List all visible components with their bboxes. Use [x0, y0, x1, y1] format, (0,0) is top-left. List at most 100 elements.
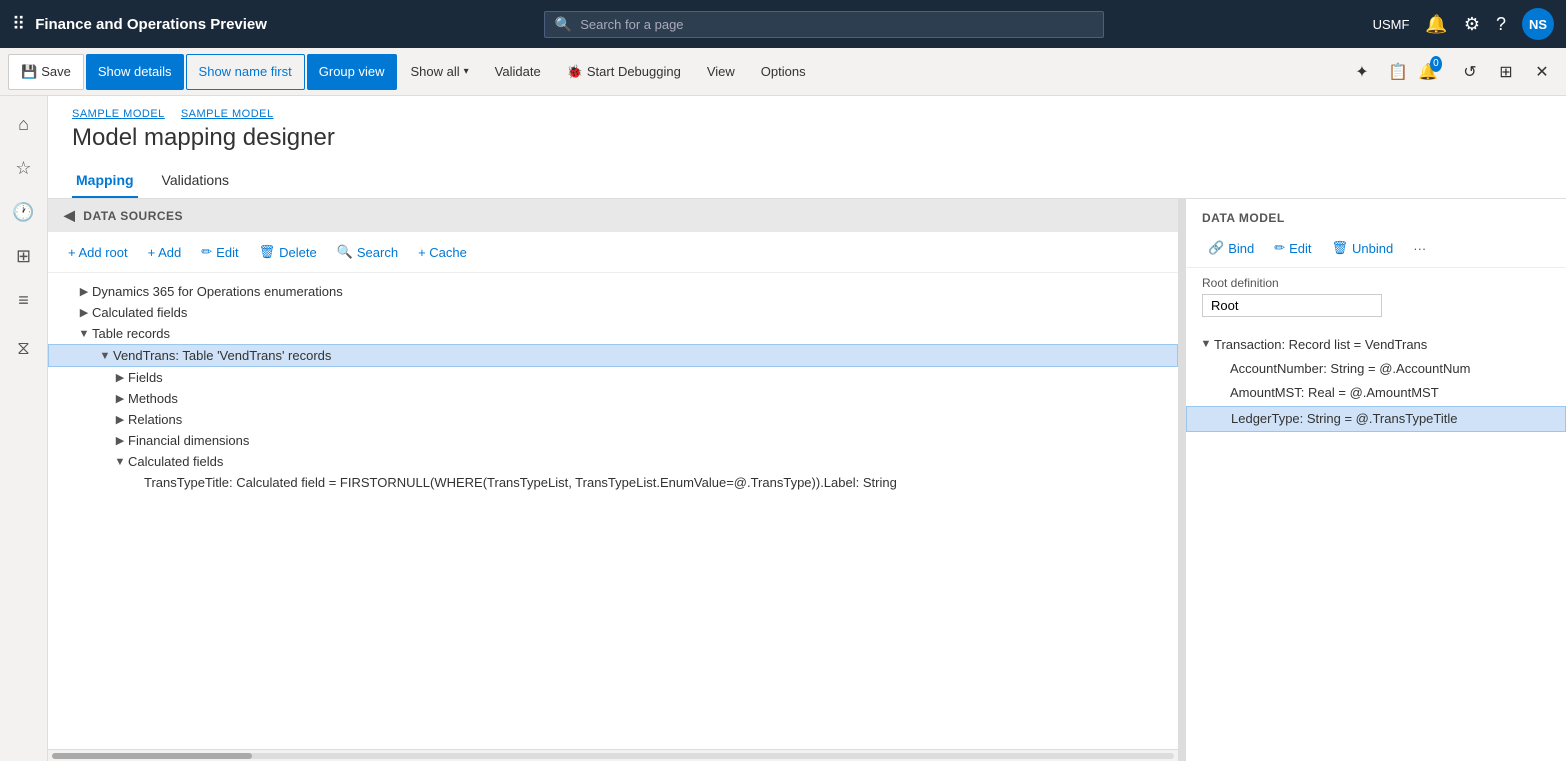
show-all-button[interactable]: Show all ▾ [399, 54, 481, 90]
root-def-label: Root definition [1202, 276, 1550, 290]
expand-icon: ▶ [112, 434, 128, 447]
edit-dm-icon: ✏ [1274, 240, 1285, 256]
dm-item-transaction[interactable]: ▼ Transaction: Record list = VendTrans [1186, 333, 1566, 357]
top-bar: ⠿ Finance and Operations Preview 🔍 Searc… [0, 0, 1566, 48]
page-title: Model mapping designer [48, 120, 1566, 164]
open-in-new-icon[interactable]: 📋 [1382, 56, 1414, 88]
delete-button[interactable]: 🗑 Delete [251, 240, 325, 264]
show-name-first-button[interactable]: Show name first [186, 54, 305, 90]
data-sources-label: DATA SOURCES [83, 209, 183, 223]
user-label: USMF [1373, 17, 1410, 32]
trash-dm-icon: 🗑 [1332, 240, 1349, 256]
tree-item-calc-fields-nested[interactable]: ▼ Calculated fields [48, 451, 1178, 472]
unbind-button[interactable]: 🗑 Unbind [1326, 237, 1400, 259]
tree-item-fields[interactable]: ▶ Fields [48, 367, 1178, 388]
main-layout: ⌂ ☆ 🕐 ⊞ ≡ ⧖ SAMPLE MODEL SAMPLE MODEL Mo… [0, 96, 1566, 761]
tree-item-dynamics365[interactable]: ▶ Dynamics 365 for Operations enumeratio… [48, 281, 1178, 302]
horizontal-scrollbar[interactable] [48, 749, 1178, 761]
tree-item-methods[interactable]: ▶ Methods [48, 388, 1178, 409]
dm-item-amount-mst[interactable]: AmountMST: Real = @.AmountMST [1186, 381, 1566, 405]
search-placeholder: Search for a page [580, 17, 683, 32]
sidebar-item-workspaces[interactable]: ⊞ [4, 236, 44, 276]
tabs: Mapping Validations [48, 164, 1566, 199]
tree-item-calc-fields-top[interactable]: ▶ Calculated fields [48, 302, 1178, 323]
dm-item-ledger-type[interactable]: LedgerType: String = @.TransTypeTitle [1186, 406, 1566, 432]
tab-mapping[interactable]: Mapping [72, 164, 138, 198]
data-sources-tree: ▶ Dynamics 365 for Operations enumeratio… [48, 273, 1178, 749]
link-icon: 🔗 [1208, 240, 1224, 256]
add-root-button[interactable]: + Add root [60, 241, 136, 264]
chevron-down-icon: ▾ [464, 66, 469, 77]
collapse-button[interactable]: ◀ [64, 207, 75, 224]
sidebar-item-list[interactable]: ≡ [4, 280, 44, 320]
notifications-icon[interactable]: 🔔 0 [1418, 56, 1450, 88]
action-bar: 💾 Save Show details Show name first Grou… [0, 48, 1566, 96]
breadcrumb-item-1[interactable]: SAMPLE MODEL [72, 108, 165, 120]
sidebar-item-home[interactable]: ⌂ [4, 104, 44, 144]
bell-icon[interactable]: 🔔 [1425, 14, 1447, 35]
sidebar-item-recent[interactable]: 🕐 [4, 192, 44, 232]
search-icon: 🔍 [555, 16, 572, 33]
breadcrumb: SAMPLE MODEL SAMPLE MODEL [48, 96, 1566, 120]
refresh-icon[interactable]: ↺ [1454, 56, 1486, 88]
sidebar-item-favorites[interactable]: ☆ [4, 148, 44, 188]
breadcrumb-item-2[interactable]: SAMPLE MODEL [181, 108, 274, 120]
edit-dm-button[interactable]: ✏ Edit [1268, 237, 1317, 259]
help-icon[interactable]: ? [1496, 14, 1506, 35]
tree-item-table-records[interactable]: ▼ Table records [48, 323, 1178, 344]
data-sources-header: ◀ DATA SOURCES [48, 199, 1178, 232]
search-bar[interactable]: 🔍 Search for a page [544, 11, 1104, 38]
show-details-button[interactable]: Show details [86, 54, 184, 90]
cache-button[interactable]: + Cache [410, 241, 475, 264]
edit-button[interactable]: ✏ Edit [193, 240, 246, 264]
bind-button[interactable]: 🔗 Bind [1202, 237, 1260, 259]
search-ds-icon: 🔍 [337, 244, 353, 260]
root-def-value: Root [1202, 294, 1382, 317]
add-button[interactable]: + Add [140, 241, 190, 264]
edit-icon: ✏ [201, 244, 212, 260]
tree-item-relations[interactable]: ▶ Relations [48, 409, 1178, 430]
filter-icon[interactable]: ⧖ [4, 328, 44, 368]
data-model-header: DATA MODEL [1186, 199, 1566, 233]
notifications-badge: 0 [1430, 56, 1442, 72]
open-new-window-icon[interactable]: ⊞ [1490, 56, 1522, 88]
expand-icon: ▼ [112, 456, 128, 468]
expand-icon: ▶ [112, 392, 128, 405]
close-icon[interactable]: ✕ [1526, 56, 1558, 88]
panel-layout: ◀ DATA SOURCES + Add root + Add ✏ Edit 🗑… [48, 199, 1566, 761]
tree-item-trans-type-title[interactable]: TransTypeTitle: Calculated field = FIRST… [48, 472, 1178, 493]
start-debugging-button[interactable]: 🐞 Start Debugging [555, 54, 693, 90]
left-sidebar: ⌂ ☆ 🕐 ⊞ ≡ ⧖ [0, 96, 48, 761]
tab-validations[interactable]: Validations [158, 164, 233, 198]
content-area: SAMPLE MODEL SAMPLE MODEL Model mapping … [48, 96, 1566, 761]
dm-item-account-number[interactable]: AccountNumber: String = @.AccountNum [1186, 357, 1566, 381]
expand-icon: ▼ [97, 350, 113, 362]
tree-item-vendtrans[interactable]: ▼ VendTrans: Table 'VendTrans' records [48, 344, 1178, 367]
expand-icon: ▶ [76, 306, 92, 319]
bug-icon: 🐞 [567, 64, 583, 80]
validate-button[interactable]: Validate [483, 54, 553, 90]
group-view-button[interactable]: Group view [307, 54, 397, 90]
expand-icon: ▶ [112, 413, 128, 426]
tree-item-financial-dimensions[interactable]: ▶ Financial dimensions [48, 430, 1178, 451]
expand-icon: ▶ [112, 371, 128, 384]
personalize-icon[interactable]: ✦ [1346, 56, 1378, 88]
options-button[interactable]: Options [749, 54, 818, 90]
view-button[interactable]: View [695, 54, 747, 90]
app-title: Finance and Operations Preview [35, 16, 267, 33]
expand-icon: ▶ [76, 285, 92, 298]
data-model-tree: ▼ Transaction: Record list = VendTrans A… [1186, 325, 1566, 761]
search-button[interactable]: 🔍 Search [329, 240, 406, 264]
grid-icon[interactable]: ⠿ [12, 14, 25, 35]
avatar[interactable]: NS [1522, 8, 1554, 40]
dm-toolbar: 🔗 Bind ✏ Edit 🗑 Unbind ··· [1186, 233, 1566, 268]
root-definition: Root definition Root [1186, 268, 1566, 325]
data-sources-panel: ◀ DATA SOURCES + Add root + Add ✏ Edit 🗑… [48, 199, 1180, 761]
more-button[interactable]: ··· [1407, 238, 1432, 259]
data-model-panel: DATA MODEL 🔗 Bind ✏ Edit 🗑 Unbind ··· [1186, 199, 1566, 761]
save-button[interactable]: 💾 Save [8, 54, 84, 90]
trash-icon: 🗑 [259, 244, 276, 260]
expand-icon: ▼ [76, 328, 92, 340]
save-icon: 💾 [21, 64, 37, 80]
settings-icon[interactable]: ⚙ [1464, 14, 1480, 35]
